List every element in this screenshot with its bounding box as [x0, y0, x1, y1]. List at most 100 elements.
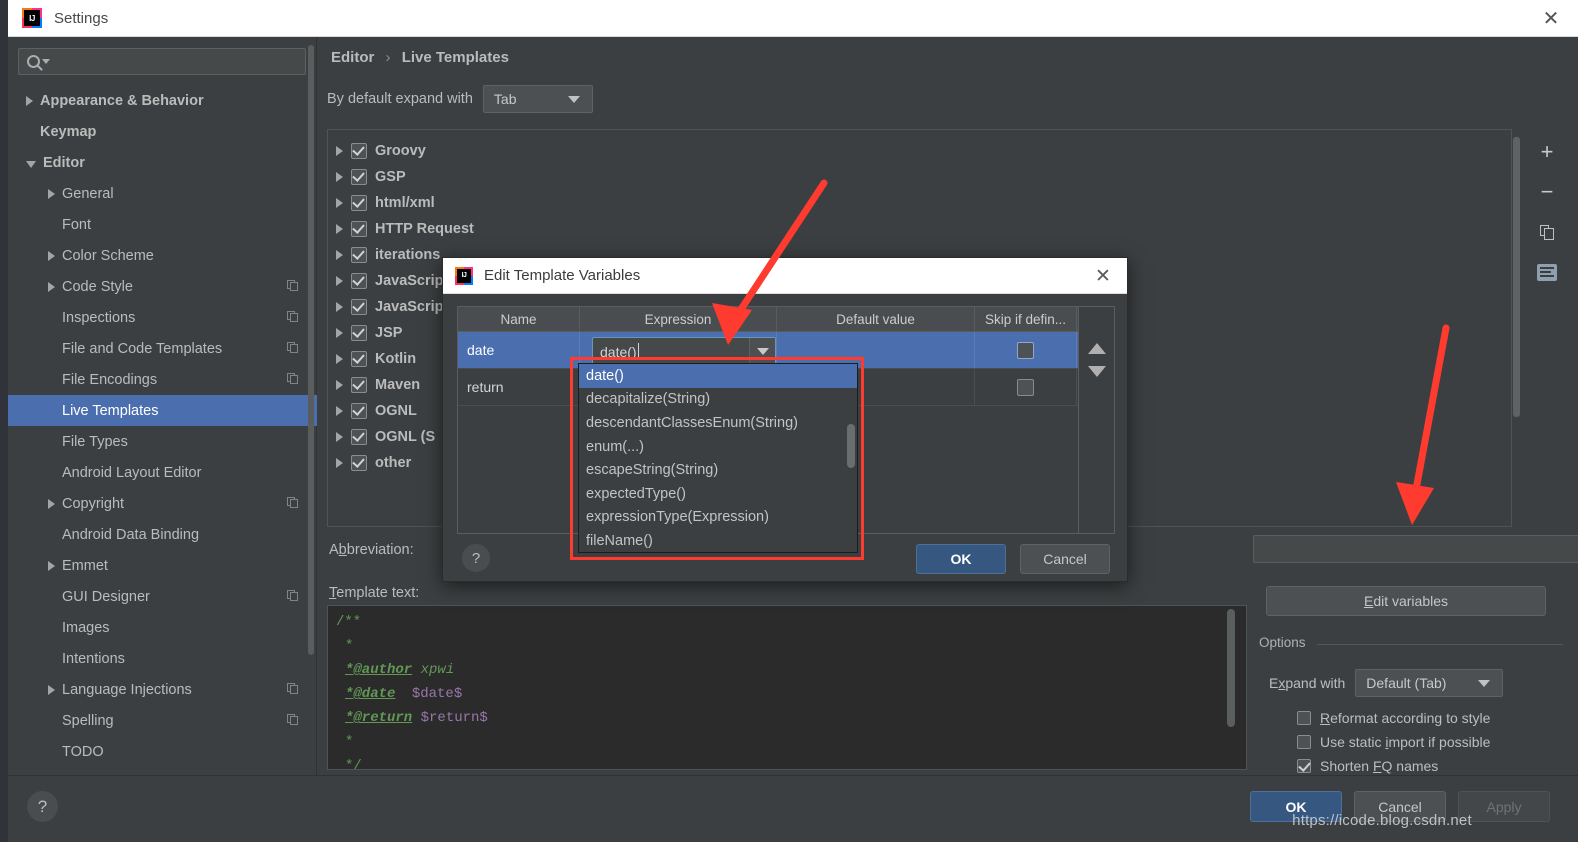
edit-variables-button[interactable]: Edit variables: [1266, 586, 1546, 616]
template-group-row[interactable]: Groovy: [328, 138, 1511, 164]
copy-settings-icon[interactable]: [287, 373, 299, 385]
sidebar-item-file-encodings[interactable]: File Encodings: [8, 364, 317, 395]
chevron-right-icon[interactable]: [336, 172, 343, 182]
column-header-default-value[interactable]: Default value: [777, 307, 975, 331]
expression-dropdown-popup[interactable]: date() decapitalize(String) descendantClas…: [578, 363, 858, 553]
chevron-right-icon[interactable]: [336, 328, 343, 338]
option-reformat-row[interactable]: Reformat according to style: [1297, 710, 1490, 726]
chevron-right-icon[interactable]: [336, 406, 343, 416]
option-shorten-fq-row[interactable]: Shorten FQ names: [1297, 758, 1438, 774]
sidebar-item-file-types[interactable]: File Types: [8, 426, 317, 457]
template-text-scrollbar[interactable]: [1227, 609, 1235, 727]
chevron-right-icon[interactable]: [48, 250, 55, 261]
sidebar-item-spelling[interactable]: Spelling: [8, 705, 317, 736]
sidebar-item-keymap[interactable]: Keymap: [8, 116, 317, 147]
chevron-right-icon[interactable]: [48, 188, 55, 199]
move-down-icon[interactable]: [1087, 366, 1106, 377]
dialog-help-button[interactable]: ?: [462, 544, 490, 572]
reformat-checkbox[interactable]: [1297, 711, 1311, 725]
sidebar-item-todo[interactable]: TODO: [8, 736, 317, 767]
expression-dropdown-button[interactable]: [749, 337, 775, 366]
dialog-cancel-button[interactable]: Cancel: [1020, 544, 1110, 574]
column-header-expression[interactable]: Expression: [580, 307, 777, 331]
chevron-right-icon[interactable]: [336, 302, 343, 312]
dropdown-item[interactable]: expressionType(Expression): [579, 506, 857, 530]
option-static-import-row[interactable]: Use static import if possible: [1297, 734, 1490, 750]
breadcrumb-parent[interactable]: Editor: [331, 49, 374, 66]
template-group-row[interactable]: HTTP Request: [328, 216, 1511, 242]
sidebar-item-live-templates[interactable]: Live Templates: [8, 395, 317, 426]
chevron-right-icon[interactable]: [48, 498, 55, 509]
template-group-row[interactable]: html/xml: [328, 190, 1511, 216]
sidebar-item-general[interactable]: General: [8, 178, 317, 209]
chevron-right-icon[interactable]: [336, 380, 343, 390]
copy-settings-icon[interactable]: [287, 342, 299, 354]
description-input[interactable]: [1253, 535, 1578, 563]
dropdown-item[interactable]: date(): [579, 364, 857, 388]
sidebar-item-gui-designer[interactable]: GUI Designer: [8, 581, 317, 612]
template-group-checkbox[interactable]: [351, 195, 367, 211]
copy-settings-icon[interactable]: [287, 311, 299, 323]
search-input[interactable]: [56, 53, 305, 70]
copy-settings-icon[interactable]: [287, 714, 299, 726]
default-expand-combobox[interactable]: Tab: [482, 85, 593, 113]
chevron-right-icon[interactable]: [336, 432, 343, 442]
template-group-row[interactable]: GSP: [328, 164, 1511, 190]
dropdown-item[interactable]: enum(...): [579, 435, 857, 459]
template-text-editor[interactable]: /** * *@author xpwi *@date $date$ *@retu…: [327, 605, 1247, 770]
close-icon[interactable]: ✕: [1093, 266, 1113, 286]
dropdown-item[interactable]: descendantClassesEnum(String): [579, 411, 857, 435]
sidebar-item-images[interactable]: Images: [8, 612, 317, 643]
shorten-fq-checkbox[interactable]: [1297, 759, 1311, 773]
dialog-ok-button[interactable]: OK: [916, 544, 1006, 574]
chevron-right-icon[interactable]: [48, 560, 55, 571]
template-group-checkbox[interactable]: [351, 169, 367, 185]
template-group-checkbox[interactable]: [351, 455, 367, 471]
chevron-right-icon[interactable]: [26, 95, 33, 106]
sidebar-item-appearance-behavior[interactable]: Appearance & Behavior: [8, 85, 317, 116]
chevron-right-icon[interactable]: [336, 224, 343, 234]
chevron-down-icon[interactable]: [42, 59, 50, 64]
chevron-right-icon[interactable]: [336, 458, 343, 468]
column-header-skip-if-defined[interactable]: Skip if defin...: [975, 307, 1077, 331]
sidebar-item-copyright[interactable]: Copyright: [8, 488, 317, 519]
search-box[interactable]: [18, 48, 306, 75]
template-group-checkbox[interactable]: [351, 377, 367, 393]
template-group-checkbox[interactable]: [351, 221, 367, 237]
duplicate-template-button[interactable]: [1530, 215, 1564, 249]
sidebar-item-font[interactable]: Font: [8, 209, 317, 240]
dropdown-item[interactable]: escapeString(String): [579, 458, 857, 482]
dropdown-item[interactable]: expectedType(): [579, 482, 857, 506]
template-group-checkbox[interactable]: [351, 273, 367, 289]
chevron-right-icon[interactable]: [336, 146, 343, 156]
static-import-checkbox[interactable]: [1297, 735, 1311, 749]
skip-if-defined-checkbox[interactable]: [1017, 378, 1034, 396]
template-group-checkbox[interactable]: [351, 299, 367, 315]
sidebar-scrollbar[interactable]: [308, 45, 314, 655]
dropdown-scrollbar[interactable]: [847, 424, 855, 468]
copy-settings-icon[interactable]: [287, 497, 299, 509]
sidebar-item-code-style[interactable]: Code Style: [8, 271, 317, 302]
template-group-checkbox[interactable]: [351, 429, 367, 445]
cell-name[interactable]: date: [458, 332, 580, 368]
template-group-checkbox[interactable]: [351, 143, 367, 159]
skip-if-defined-checkbox[interactable]: [1017, 341, 1034, 359]
remove-template-button[interactable]: −: [1530, 175, 1564, 209]
move-up-icon[interactable]: [1087, 343, 1106, 354]
expression-combobox-editor[interactable]: date(): [592, 336, 776, 367]
sidebar-item-language-injections[interactable]: Language Injections: [8, 674, 317, 705]
cell-skip-if-defined[interactable]: [975, 369, 1077, 405]
template-group-checkbox[interactable]: [351, 247, 367, 263]
help-button[interactable]: ?: [27, 791, 58, 822]
cell-skip-if-defined[interactable]: [975, 332, 1077, 368]
sidebar-item-intentions[interactable]: Intentions: [8, 643, 317, 674]
dropdown-item[interactable]: decapitalize(String): [579, 388, 857, 412]
sidebar-item-inspections[interactable]: Inspections: [8, 302, 317, 333]
change-context-button[interactable]: [1530, 255, 1564, 289]
template-list-scrollbar[interactable]: [1513, 137, 1520, 417]
chevron-right-icon[interactable]: [48, 281, 55, 292]
template-group-checkbox[interactable]: [351, 351, 367, 367]
chevron-right-icon[interactable]: [336, 276, 343, 286]
chevron-right-icon[interactable]: [336, 250, 343, 260]
sidebar-item-color-scheme[interactable]: Color Scheme: [8, 240, 317, 271]
